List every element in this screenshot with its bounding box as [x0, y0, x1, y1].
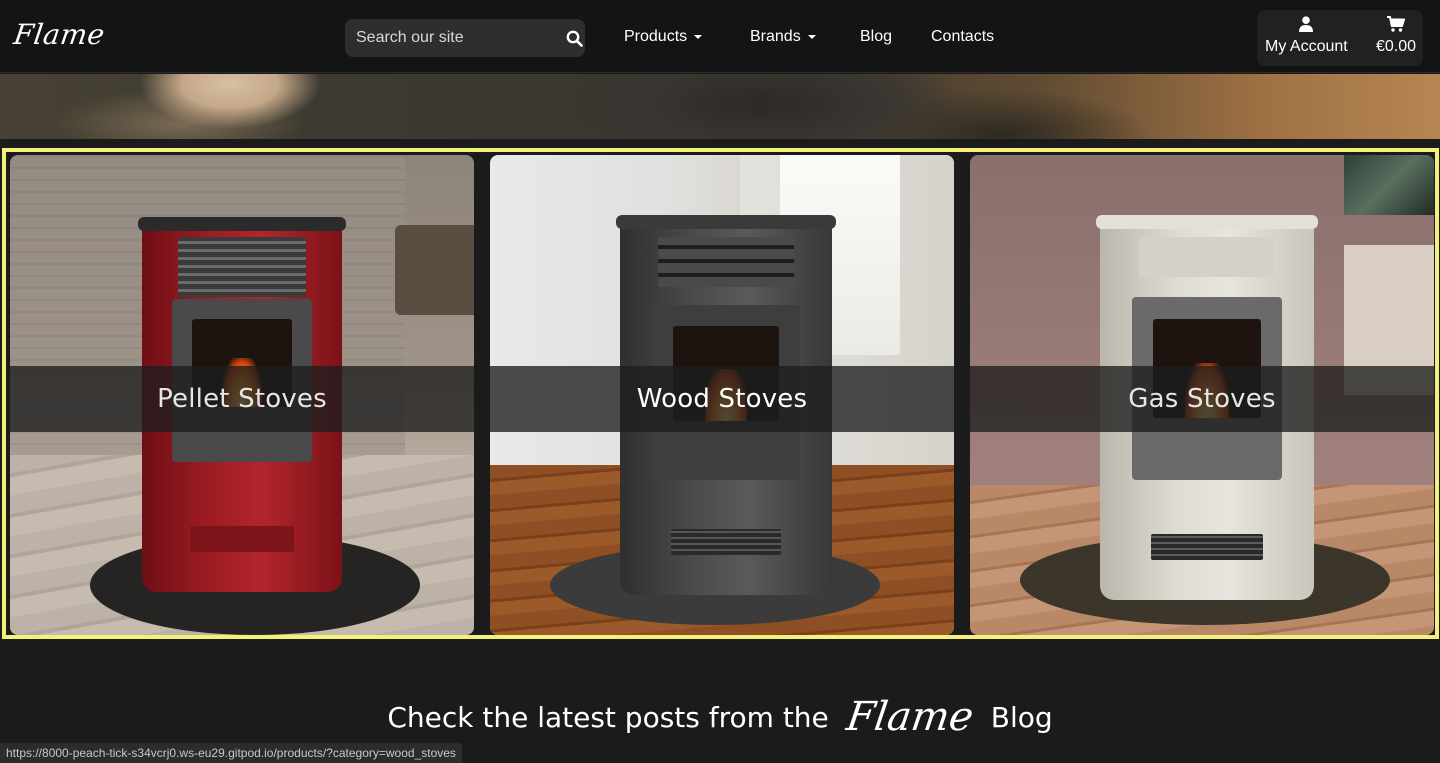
blog-heading-suffix: Blog: [990, 700, 1053, 734]
sofa-image: [395, 225, 474, 315]
nav-brands-dropdown[interactable]: Brands: [750, 28, 816, 46]
user-icon: [1299, 16, 1314, 32]
browser-status-url: https://8000-peach-tick-s34vcrj0.ws-eu29…: [0, 743, 462, 763]
search-input[interactable]: [345, 19, 563, 57]
account-cart-box: My Account €0.00: [1257, 10, 1423, 66]
category-title: Pellet Stoves: [157, 384, 327, 414]
shopping-cart-icon: [1387, 16, 1406, 32]
search-icon: [566, 30, 583, 47]
cart-total-label: €0.00: [1376, 38, 1417, 55]
nav-contacts-label: Contacts: [931, 28, 995, 45]
wall-art-image: [1344, 155, 1434, 215]
nav-blog-link[interactable]: Blog: [860, 28, 892, 46]
blog-heading-prefix: Check the latest posts from the: [387, 700, 829, 734]
category-card-pellet-stoves[interactable]: Pellet Stoves: [10, 155, 474, 635]
category-cards-section: Pellet Stoves Wood Stoves Gas Stoves: [2, 148, 1439, 639]
category-label-band: Pellet Stoves: [10, 366, 474, 432]
hero-image: [0, 74, 1440, 139]
my-account-label: My Account: [1265, 38, 1348, 55]
category-label-band: Gas Stoves: [970, 366, 1434, 432]
cart-button[interactable]: €0.00: [1376, 16, 1416, 56]
category-label-band: Wood Stoves: [490, 366, 954, 432]
top-navbar: Flame Products Brands Blog Contacts My A…: [0, 0, 1440, 73]
blog-flame-logo: Flame: [843, 694, 977, 740]
chevron-down-icon: [807, 35, 816, 39]
category-card-gas-stoves[interactable]: Gas Stoves: [970, 155, 1434, 635]
category-title: Wood Stoves: [636, 384, 808, 414]
search-form: [345, 19, 585, 57]
nav-blog-label: Blog: [860, 28, 893, 45]
nav-brands-label: Brands: [750, 28, 801, 45]
site-logo[interactable]: Flame: [12, 18, 107, 51]
category-card-wood-stoves[interactable]: Wood Stoves: [490, 155, 954, 635]
chevron-down-icon: [694, 35, 703, 39]
search-button[interactable]: [563, 19, 585, 57]
category-title: Gas Stoves: [1128, 384, 1276, 414]
my-account-button[interactable]: My Account: [1265, 16, 1348, 56]
nav-products-dropdown[interactable]: Products: [624, 28, 703, 46]
nav-contacts-link[interactable]: Contacts: [931, 28, 994, 46]
nav-products-label: Products: [624, 28, 688, 45]
blog-section-heading: Check the latest posts from the Flame Bl…: [0, 694, 1440, 740]
